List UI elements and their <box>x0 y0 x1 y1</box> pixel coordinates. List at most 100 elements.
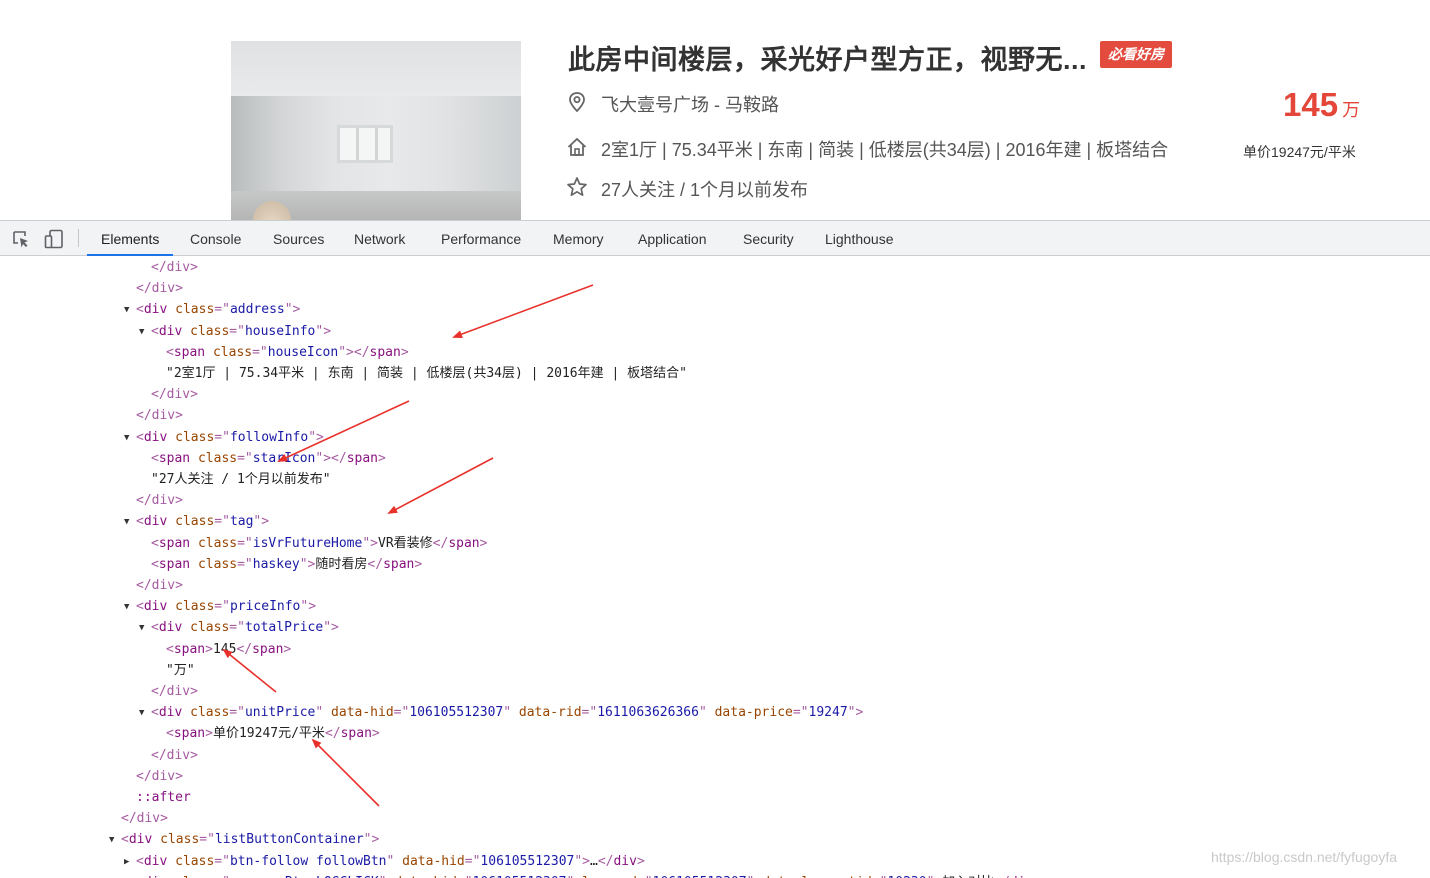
house-listing-card: 此房中间楼层，采光好户型方正，视野无... 必看好房 飞大壹号广场 - 马鞍路 … <box>0 0 1430 220</box>
dom-token: houseInfo <box>244 323 316 339</box>
dom-token: =" <box>581 705 598 721</box>
tab-sources[interactable]: Sources <box>273 221 324 255</box>
dom-token: "> <box>308 429 324 445</box>
dom-line[interactable]: </div> <box>136 407 183 425</box>
dom-line[interactable]: <span class="isVrFutureHome">VR看装修</span… <box>151 535 487 553</box>
devtools-tab-bar: Elements Console Sources Network Perform… <box>0 221 1430 256</box>
dom-line[interactable]: </div> <box>136 492 183 510</box>
tab-security[interactable]: Security <box>743 221 794 255</box>
dom-token: class <box>167 514 215 530</box>
dom-token: 随时看房 <box>315 556 368 572</box>
dom-line[interactable]: "2室1厅 | 75.34平米 | 东南 | 简装 | 低楼层(共34层) | … <box>166 365 687 383</box>
dom-line[interactable]: <div class="followInfo"> <box>136 429 324 447</box>
unit-price: 单价19247元/平米 <box>1243 144 1356 160</box>
dom-token: data-hid <box>323 705 394 721</box>
dom-line[interactable]: "万" <box>166 662 195 680</box>
expand-triangle-icon[interactable]: ▼ <box>139 704 144 722</box>
devtools-panel: Elements Console Sources Network Perform… <box>0 220 1430 878</box>
dom-token: tag <box>229 514 254 530</box>
dom-token: "> <box>574 853 590 869</box>
expand-triangle-icon[interactable]: ▼ <box>124 598 129 616</box>
inspect-element-icon[interactable] <box>11 229 31 249</box>
dom-line[interactable]: <span class="houseIcon"></span> <box>166 344 409 362</box>
dom-token: </div> <box>151 684 198 699</box>
dom-line[interactable]: <div class="compareBtn LOGCLICK" data-hi… <box>136 874 1041 878</box>
dom-token: class <box>205 344 253 360</box>
dom-line[interactable]: </div> <box>151 683 198 701</box>
dom-token: "> <box>323 620 339 636</box>
house-photo[interactable] <box>231 41 521 220</box>
dom-line[interactable]: </div> <box>151 386 198 404</box>
dom-token: priceInfo <box>229 599 301 615</box>
dom-line[interactable]: <div class="tag"> <box>136 513 269 531</box>
location-text[interactable]: 飞大壹号广场 - 马鞍路 <box>601 91 779 117</box>
dom-line[interactable]: <span class="haskey">随时看房</span> <box>151 556 422 574</box>
dom-line[interactable]: <div class="houseInfo"> <box>151 323 331 341</box>
watermark: https://blog.csdn.net/fyfugoyfa <box>1211 849 1398 865</box>
dom-token: span <box>346 450 379 466</box>
device-toolbar-icon[interactable] <box>44 229 64 249</box>
dom-token: > <box>636 853 645 869</box>
dom-token: class <box>182 705 230 721</box>
dom-token: "27人关注 / 1个月以前发布" <box>151 472 331 487</box>
dom-token: =" <box>214 853 230 869</box>
dom-token: div <box>613 853 637 869</box>
dom-line[interactable]: <div class="listButtonContainer"> <box>121 831 379 849</box>
dom-token: =" <box>214 514 230 530</box>
dom-token: > <box>205 641 213 657</box>
star-icon <box>567 177 587 197</box>
dom-token: > <box>371 726 380 742</box>
expand-triangle-icon[interactable]: ▼ <box>139 619 144 637</box>
dom-line[interactable]: <div class="address"> <box>136 301 300 319</box>
collapse-triangle-icon[interactable]: ▶ <box>124 853 129 871</box>
dom-line[interactable]: </div> <box>136 280 183 298</box>
listing-title[interactable]: 此房中间楼层，采光好户型方正，视野无... <box>568 38 1087 77</box>
photo-ceiling <box>231 41 521 96</box>
dom-token: span <box>173 726 206 742</box>
dom-token: 145 <box>212 641 237 657</box>
expand-triangle-icon[interactable]: ▼ <box>124 513 129 531</box>
tab-elements[interactable]: Elements <box>86 221 174 256</box>
expand-triangle-icon[interactable]: ▼ <box>109 831 114 849</box>
dom-token: houseIcon <box>267 344 339 360</box>
expand-triangle-icon[interactable]: ▼ <box>124 429 129 447</box>
dom-token: … <box>590 853 598 869</box>
dom-line[interactable]: <span>单价19247元/平米</span> <box>166 725 380 743</box>
dom-token: =" <box>792 705 809 721</box>
dom-token: < <box>166 641 174 657</box>
dom-token: =" <box>464 853 481 869</box>
dom-line[interactable]: <div class="unitPrice" data-hid="1061055… <box>151 704 863 722</box>
dom-line[interactable]: </div> <box>151 747 198 765</box>
dom-token: span <box>383 556 415 572</box>
tab-memory[interactable]: Memory <box>553 221 604 255</box>
dom-token: </ <box>236 641 253 657</box>
dom-token: =" <box>237 556 253 572</box>
dom-line[interactable]: </div> <box>136 768 183 786</box>
dom-line[interactable]: </div> <box>151 259 198 277</box>
tab-console[interactable]: Console <box>190 221 241 255</box>
tab-performance[interactable]: Performance <box>441 221 521 255</box>
tab-lighthouse[interactable]: Lighthouse <box>825 221 894 255</box>
dom-line[interactable]: <span class="starIcon"></span> <box>151 450 386 468</box>
expand-triangle-icon[interactable]: ▼ <box>124 301 129 319</box>
dom-token: 106105512307 <box>409 705 504 721</box>
dom-token: "2室1厅 | 75.34平米 | 东南 | 简装 | 低楼层(共34层) | … <box>166 366 687 381</box>
house-icon <box>567 137 587 156</box>
dom-token: > <box>205 726 213 742</box>
dom-line[interactable]: <div class="priceInfo"> <box>136 598 316 616</box>
dom-token: =" <box>229 620 245 636</box>
dom-line[interactable]: <div class="btn-follow followBtn" data-h… <box>136 853 645 871</box>
dom-line[interactable]: </div> <box>121 810 168 828</box>
dom-line[interactable]: ::after <box>136 789 191 807</box>
dom-token: class <box>167 853 215 869</box>
tab-network[interactable]: Network <box>354 221 405 255</box>
tab-application[interactable]: Application <box>638 221 707 255</box>
elements-dom-tree[interactable]: </div> </div> <div class="address"> ▼ <div c… <box>0 256 1430 878</box>
dom-line[interactable]: <span>145</span> <box>166 641 291 659</box>
expand-triangle-icon[interactable]: ▼ <box>139 323 144 341</box>
dom-line[interactable]: "27人关注 / 1个月以前发布" <box>151 471 331 489</box>
dom-token: div <box>143 302 168 318</box>
dom-token: "万" <box>166 662 195 678</box>
dom-line[interactable]: <div class="totalPrice"> <box>151 619 339 637</box>
dom-line[interactable]: </div> <box>136 577 183 595</box>
